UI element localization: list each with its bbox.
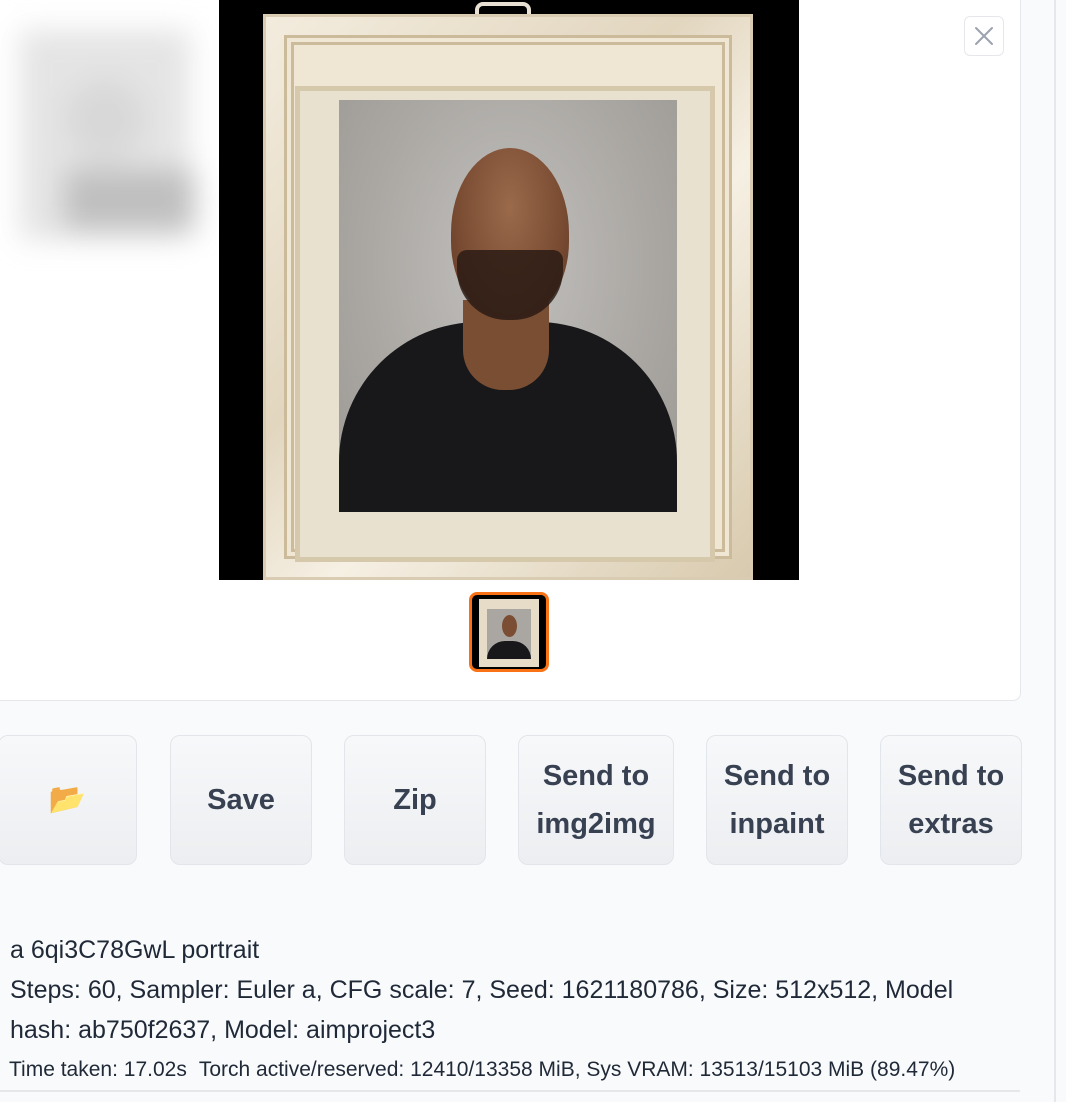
open-folder-button[interactable]: 📂 [0,735,137,865]
zip-button[interactable]: Zip [344,735,486,865]
generation-info: a 6qi3C78GwL portrait Steps: 60, Sampler… [10,930,1010,1050]
portrait [339,100,677,512]
image-gallery [0,0,1021,701]
time-taken: Time taken: 17.02s [9,1058,187,1081]
blurred-background-preview [10,20,210,250]
close-icon [975,27,993,45]
folder-icon: 📂 [48,783,87,816]
generated-image[interactable] [219,0,799,580]
send-to-inpaint-label: Send to inpaint [723,760,831,840]
zip-button-label: Zip [393,784,437,816]
panel-edge [1054,0,1056,1102]
send-to-img2img-button[interactable]: Send to img2img [518,735,674,865]
send-to-inpaint-button[interactable]: Send to inpaint [706,735,848,865]
prompt-text: a 6qi3C78GwL portrait [10,936,260,964]
send-to-extras-button[interactable]: Send to extras [880,735,1022,865]
txt2img-output-panel: 📂 Save Zip Send to img2img Send to inpai… [0,0,1066,1102]
vram-usage: Torch active/reserved: 12410/13358 MiB, … [198,1058,956,1081]
save-button[interactable]: Save [170,735,312,865]
performance-stats: Time taken: 17.02s Torch active/reserved:… [9,1054,955,1086]
close-preview-button[interactable] [964,16,1004,56]
divider [0,1090,1020,1092]
send-to-extras-label: Send to extras [897,760,1005,840]
gallery-thumbnail[interactable] [469,592,549,672]
send-to-img2img-label: Send to img2img [536,760,656,840]
generation-parameters: Steps: 60, Sampler: Euler a, CFG scale: … [10,976,954,1044]
save-button-label: Save [207,784,275,816]
